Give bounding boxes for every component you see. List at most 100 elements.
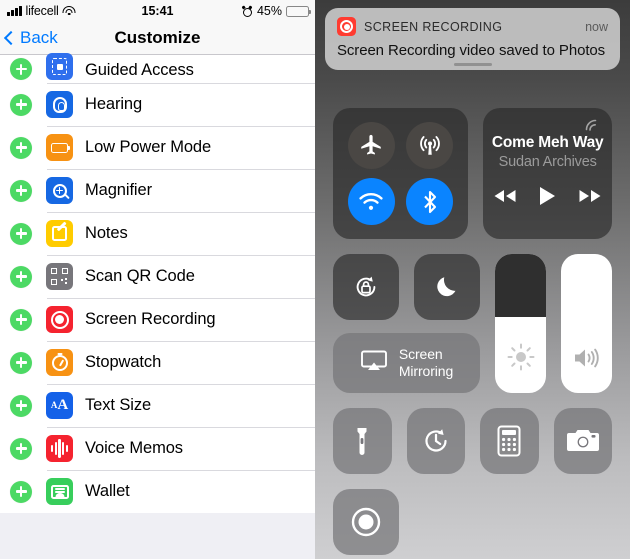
brightness-slider-track	[495, 254, 546, 317]
toggles-and-mirroring: Screen Mirroring	[333, 254, 480, 393]
back-button-label: Back	[20, 28, 58, 47]
list-item[interactable]: Voice Memos	[0, 427, 315, 470]
brightness-sun-icon	[506, 342, 536, 377]
connectivity-module	[333, 108, 469, 239]
drag-handle[interactable]	[453, 63, 492, 66]
plus-circle-icon[interactable]	[10, 58, 32, 80]
plus-circle-icon[interactable]	[10, 93, 32, 116]
plus-circle-icon[interactable]	[10, 265, 32, 288]
cellular-data-toggle[interactable]	[406, 121, 454, 169]
list-item[interactable]: Magnifier	[0, 169, 315, 212]
list-item[interactable]: Scan QR Code	[0, 255, 315, 298]
status-bar-right: 45%	[242, 4, 311, 18]
airplay-screen-icon	[360, 349, 388, 378]
guided-access-icon	[46, 53, 73, 80]
customize-list: Guided Access Hearing Low Power Mode Mag…	[0, 53, 315, 513]
list-item[interactable]: Guided Access	[0, 53, 315, 83]
notification-header: SCREEN RECORDING now	[337, 17, 608, 36]
plus-circle-icon[interactable]	[10, 136, 32, 159]
list-item-label: Low Power Mode	[85, 138, 212, 156]
list-item-label: Hearing	[85, 95, 143, 113]
control-center-panel: SCREEN RECORDING now Screen Recording vi…	[315, 0, 630, 559]
lock-dnd-row	[333, 254, 480, 320]
battery-percent-label: 45%	[256, 4, 282, 18]
bluetooth-toggle[interactable]	[406, 178, 454, 226]
track-artist: Sudan Archives	[498, 154, 597, 170]
camera-button[interactable]	[553, 408, 612, 474]
timer-button[interactable]	[406, 408, 465, 474]
list-item-label: Wallet	[85, 482, 130, 500]
wifi-toggle[interactable]	[347, 178, 395, 226]
control-center-grid: Come Meh Way Sudan Archives Screen Mirro…	[315, 108, 630, 555]
list-item[interactable]: Low Power Mode	[0, 126, 315, 169]
control-center-row-4	[333, 489, 612, 555]
screen-recording-button[interactable]	[333, 489, 399, 555]
settings-customize-panel: lifecell 15:41 45% Back Customize Guided…	[0, 0, 315, 559]
screen-mirroring-line1: Screen	[398, 346, 443, 362]
now-playing-module[interactable]: Come Meh Way Sudan Archives	[483, 108, 612, 239]
plus-circle-icon[interactable]	[10, 179, 32, 202]
magnifier-icon	[46, 177, 73, 204]
wallet-icon	[46, 478, 73, 505]
airplay-audio-icon[interactable]	[583, 117, 601, 138]
list-item[interactable]: Notes	[0, 212, 315, 255]
list-item[interactable]: Stopwatch	[0, 341, 315, 384]
control-center-row-3	[333, 408, 612, 474]
list-item-label: Screen Recording	[85, 310, 216, 328]
record-circle-icon	[351, 507, 381, 537]
camera-icon	[566, 430, 599, 451]
list-item-label: Magnifier	[85, 181, 152, 199]
list-item-label: Text Size	[85, 396, 152, 414]
list-item-label: Stopwatch	[85, 353, 162, 371]
cellular-antenna-icon	[420, 136, 440, 155]
flashlight-icon	[357, 428, 367, 455]
chevron-left-icon	[3, 30, 19, 46]
plus-circle-icon[interactable]	[10, 394, 32, 417]
screen-mirroring-button[interactable]: Screen Mirroring	[333, 333, 480, 393]
play-icon[interactable]	[539, 186, 556, 211]
back-button[interactable]: Back	[0, 28, 58, 48]
airplane-mode-toggle[interactable]	[347, 121, 395, 169]
list-item-label: Guided Access	[85, 61, 194, 79]
rewind-icon[interactable]	[493, 188, 517, 209]
list-item[interactable]: Wallet	[0, 470, 315, 513]
transport-controls	[493, 186, 602, 211]
bluetooth-icon	[424, 190, 437, 213]
control-center-row-2: Screen Mirroring	[333, 254, 612, 393]
alarm-clock-icon	[242, 4, 253, 17]
plus-circle-icon[interactable]	[10, 480, 32, 503]
list-item[interactable]: Screen Recording	[0, 298, 315, 341]
voice-memos-icon	[46, 435, 73, 462]
plus-circle-icon[interactable]	[10, 222, 32, 245]
do-not-disturb-toggle[interactable]	[414, 254, 480, 320]
list-item-label: Scan QR Code	[85, 267, 195, 285]
wifi-icon	[359, 192, 383, 210]
plus-circle-icon[interactable]	[10, 437, 32, 460]
text-size-icon: AA	[46, 392, 73, 419]
screen-recording-icon	[46, 306, 73, 333]
notification-app-name: SCREEN RECORDING	[364, 19, 503, 34]
plus-circle-icon[interactable]	[10, 351, 32, 374]
rotation-lock-toggle[interactable]	[333, 254, 399, 320]
control-center-row-1: Come Meh Way Sudan Archives	[333, 108, 612, 239]
screen-mirroring-line2: Mirroring	[398, 363, 454, 379]
volume-slider[interactable]	[561, 254, 612, 393]
list-item-label: Voice Memos	[85, 439, 183, 457]
screenshot-root: lifecell 15:41 45% Back Customize Guided…	[0, 0, 630, 559]
status-bar: lifecell 15:41 45%	[0, 0, 315, 22]
list-item[interactable]: AA Text Size	[0, 384, 315, 427]
flashlight-button[interactable]	[333, 408, 392, 474]
rotation-lock-icon	[356, 276, 376, 297]
speaker-waves-icon	[571, 344, 603, 377]
notification-banner[interactable]: SCREEN RECORDING now Screen Recording vi…	[325, 8, 620, 70]
list-item[interactable]: Hearing	[0, 83, 315, 126]
calculator-button[interactable]	[480, 408, 539, 474]
fast-forward-icon[interactable]	[578, 188, 602, 209]
plus-circle-icon[interactable]	[10, 308, 32, 331]
battery-icon	[286, 5, 311, 17]
moon-icon	[437, 277, 456, 297]
airplane-icon	[361, 135, 382, 155]
notification-timestamp: now	[585, 19, 608, 34]
screen-recording-icon	[337, 17, 356, 36]
brightness-slider[interactable]	[495, 254, 546, 393]
